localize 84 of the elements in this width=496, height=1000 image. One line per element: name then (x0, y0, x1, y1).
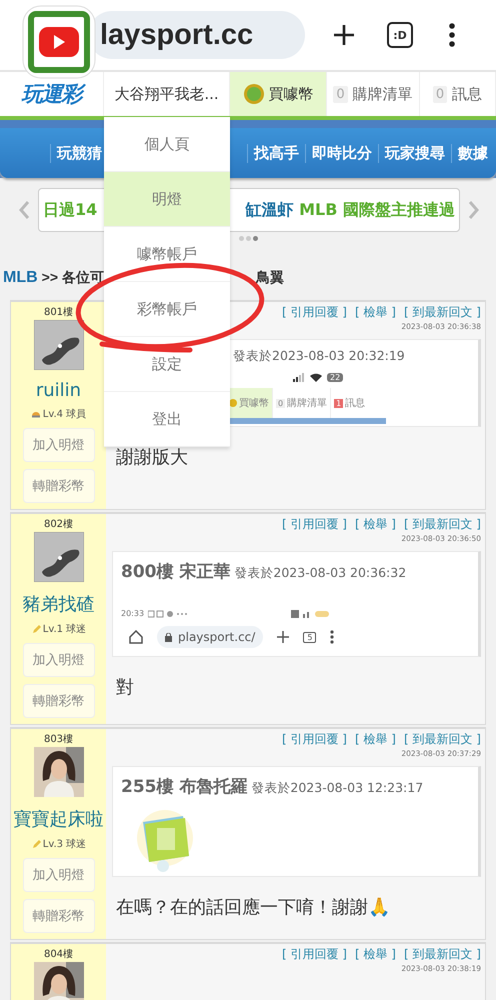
count-badge: 0 (333, 86, 348, 102)
site-logo[interactable]: 玩運彩 (16, 80, 86, 108)
post-action-link[interactable]: [ 引用回覆 ] (282, 731, 347, 748)
user-level: Lv.4 球員 (42, 408, 86, 421)
post-action-link[interactable]: [ 引用回覆 ] (282, 304, 347, 321)
quote-time: 發表於2023-08-03 20:32:19 (233, 348, 405, 365)
avatar-placeholder-icon (34, 320, 84, 370)
post-action-link[interactable]: [ 引用回覆 ] (282, 516, 347, 533)
user-action-button[interactable]: 加入明燈 (22, 643, 94, 677)
messages-link[interactable]: 0 訊息 (420, 72, 496, 116)
floor-number: 803樓 (44, 732, 74, 746)
pager-dot[interactable] (252, 236, 258, 241)
status-icons (148, 610, 188, 618)
nav-link[interactable]: 即時比分 (305, 144, 378, 162)
post-action-link[interactable]: [ 到最新回文 ] (404, 946, 481, 963)
nav-link[interactable]: 數據 (451, 144, 494, 162)
avatar-placeholder-icon (34, 532, 84, 582)
count-badge: 0 (432, 86, 448, 102)
quote-author: 255樓 布魯托羅 (121, 776, 248, 798)
coin-icon (242, 83, 264, 105)
quote-author: 800樓 宋正華 (121, 561, 230, 583)
breadcrumb-link[interactable]: MLB (3, 269, 38, 287)
menu-item[interactable]: 明燈 (104, 172, 230, 227)
wifi-icon (310, 373, 322, 382)
pencil-icon (30, 839, 41, 849)
user-action-button[interactable]: 加入明燈 (22, 428, 94, 462)
post-text: 謝謝版大 (115, 446, 189, 469)
username-link[interactable]: ruilin (36, 380, 82, 401)
quote-time: 發表於2023-08-03 12:23:17 (251, 780, 424, 797)
user-level: Lv.1 球迷 (42, 622, 86, 636)
post-action-link[interactable]: [ 到最新回文 ] (404, 516, 481, 533)
status-clock: 20:33 (121, 609, 144, 618)
post-action-link[interactable]: [ 到最新回文 ] (404, 304, 481, 321)
pager-dot[interactable] (238, 236, 244, 241)
count-badge: 0 (276, 398, 286, 408)
new-tab-icon (277, 631, 290, 643)
post-action-link[interactable]: [ 檢舉 ] (355, 731, 396, 748)
user-action-button[interactable]: 加入明燈 (22, 858, 94, 892)
post-action-link[interactable]: [ 檢舉 ] (355, 304, 396, 321)
quote-time: 發表於2023-08-03 20:36:32 (234, 565, 406, 582)
floor-number: 801樓 (44, 306, 74, 319)
menu-item[interactable]: 登出 (104, 392, 230, 447)
menu-item[interactable]: 設定 (104, 337, 230, 392)
nav-link[interactable]: 找高手 (247, 144, 305, 162)
menu-icon (449, 23, 455, 47)
buy-coins-link[interactable]: 買噱幣 (230, 72, 327, 116)
post-action-link[interactable]: [ 到最新回文 ] (404, 731, 481, 748)
chevron-right-icon (468, 200, 480, 220)
user-action-button[interactable]: 轉贈彩幣 (22, 469, 94, 503)
chevron-left-icon (18, 200, 30, 220)
home-icon (129, 630, 143, 644)
menu-item[interactable]: 彩幣帳戶 (104, 282, 230, 337)
thread-title: >> 各位可 (42, 269, 104, 287)
post-action-link[interactable]: [ 檢舉 ] (355, 516, 396, 533)
post-action-link[interactable]: [ 檢舉 ] (355, 946, 396, 963)
helmet-icon (30, 409, 41, 419)
cart-link[interactable]: 0 購牌清單 (327, 72, 420, 116)
post-action-link[interactable]: [ 引用回覆 ] (282, 946, 347, 963)
tab-switcher-button[interactable]: :D (387, 22, 413, 48)
thread-title: 鳥翼 (256, 269, 284, 287)
signal-icon (293, 373, 305, 382)
pencil-icon (30, 624, 41, 634)
user-level: Lv.3 球迷 (42, 838, 86, 851)
url-field: playsport.cc/ (157, 626, 264, 648)
ticker-text[interactable]: 日過14 (43, 200, 98, 220)
floor-number: 802樓 (44, 518, 74, 531)
status-icons (291, 610, 331, 618)
post-text: 對 (115, 676, 135, 699)
user-action-button[interactable]: 轉贈彩幣 (22, 899, 94, 933)
user-action-button[interactable]: 轉贈彩幣 (22, 684, 94, 718)
count-badge: 1 (334, 398, 344, 408)
menu-item[interactable]: 噱幣帳戶 (104, 227, 230, 282)
username-link[interactable]: 寶寶起床啦 (14, 807, 104, 831)
new-tab-icon (333, 24, 355, 46)
lock-icon (165, 632, 172, 642)
battery-indicator: 22 (327, 373, 344, 382)
pager-dot[interactable] (246, 236, 250, 241)
username-link[interactable]: 豬弟找碴 (22, 592, 94, 616)
ticker-headline[interactable]: 缸溫虾 MLB 國際盤主推連過 (246, 200, 455, 220)
post-text: 在嗎？在的話回應一下唷！謝謝🙏 (115, 896, 391, 919)
menu-icon (330, 630, 334, 644)
floor-number: 804樓 (44, 948, 74, 961)
nav-link[interactable]: 玩家搜尋 (378, 144, 451, 162)
coin-icon (229, 399, 237, 407)
